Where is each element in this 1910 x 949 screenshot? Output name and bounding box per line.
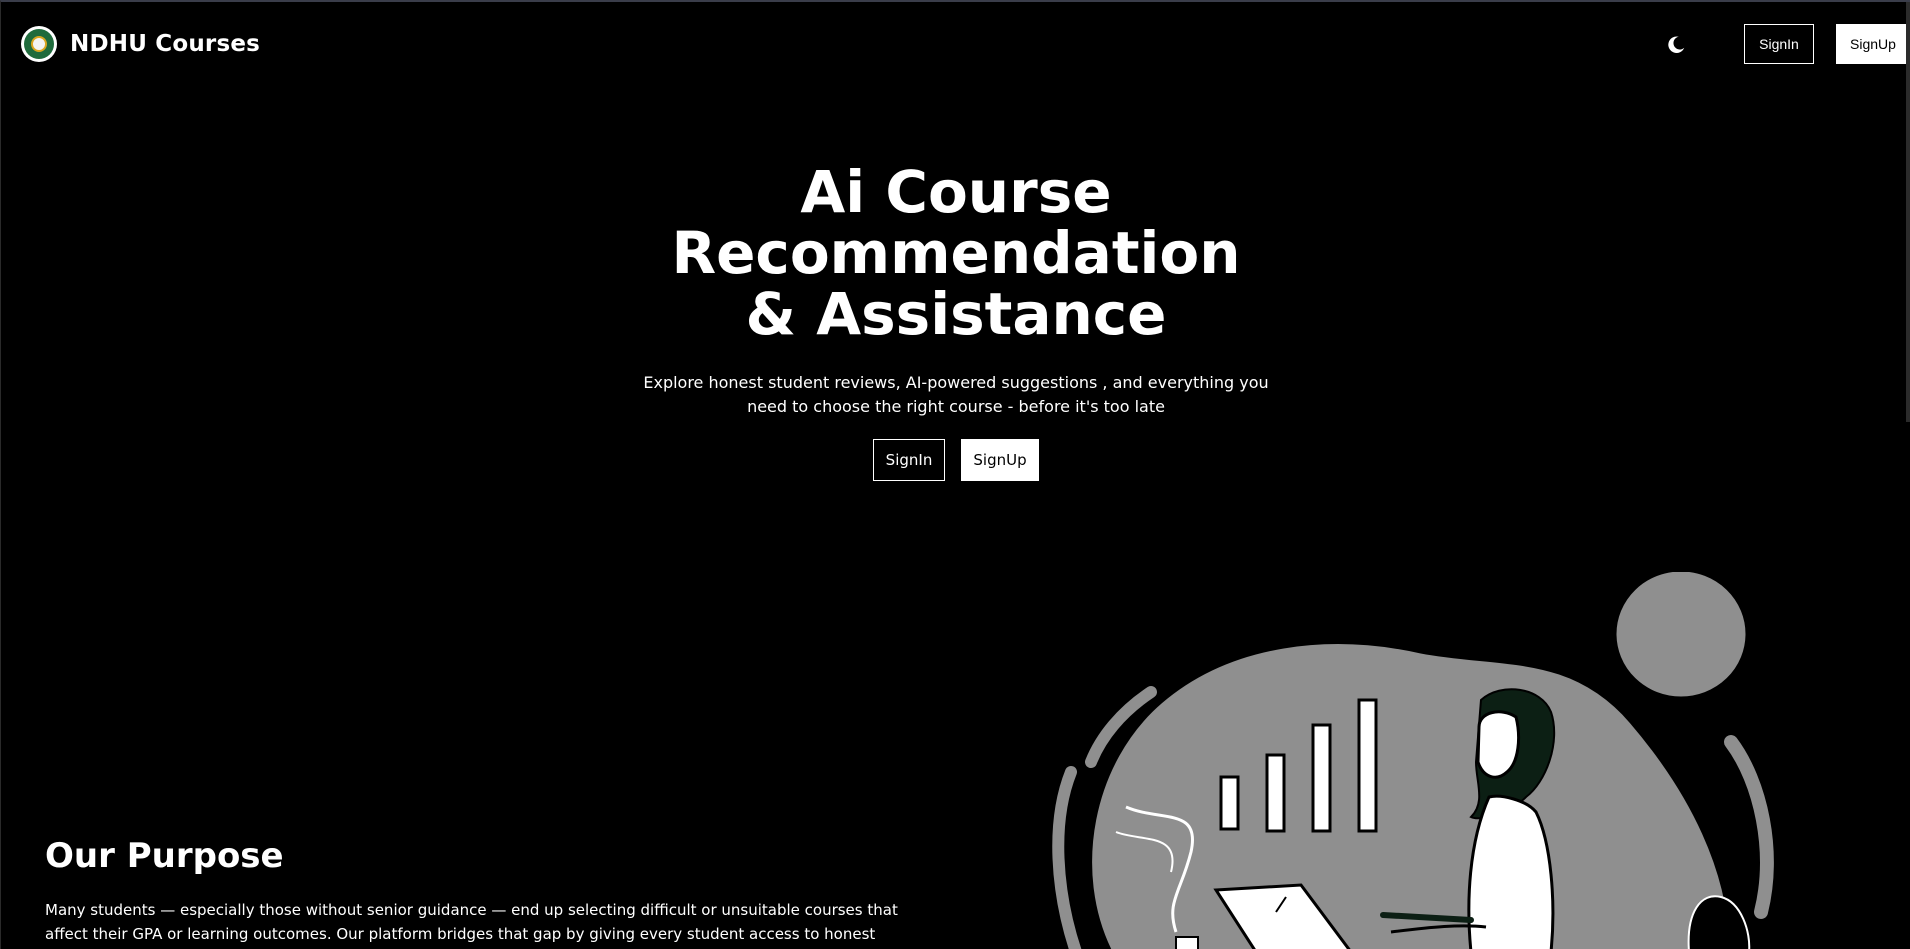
purpose-section: Our Purpose Many students — especially t… (45, 834, 945, 949)
hero-subtitle: Explore honest student reviews, AI-power… (643, 373, 1269, 416)
navbar: NDHU Courses SignIn SignUp (1, 2, 1910, 88)
purpose-text: Many students — especially those without… (45, 901, 898, 943)
hero-title: Ai Course Recommendation & Assistance (506, 162, 1406, 345)
nav-signin-button[interactable]: SignIn (1744, 24, 1814, 64)
brand[interactable]: NDHU Courses (21, 26, 260, 62)
ndhu-emblem-icon (21, 26, 57, 62)
purpose-title: Our Purpose (45, 836, 284, 876)
hero-title-line2: & Assistance (745, 280, 1167, 348)
hero-signin-button[interactable]: SignIn (873, 439, 945, 481)
nav-signup-button[interactable]: SignUp (1836, 24, 1910, 64)
scrollbar[interactable] (1906, 2, 1910, 422)
brand-name: NDHU Courses (70, 31, 261, 57)
moon-icon[interactable] (1665, 34, 1687, 56)
hero-buttons: SignIn SignUp (1, 439, 1910, 481)
hero-title-line1: Ai Course Recommendation (671, 158, 1241, 287)
hero-signup-button[interactable]: SignUp (961, 439, 1039, 481)
page: NDHU Courses SignIn SignUp Ai Course Rec… (0, 0, 1910, 949)
nav-actions: SignIn SignUp (1611, 24, 1910, 66)
hero-section: Ai Course Recommendation & Assistance Ex… (1, 162, 1910, 481)
student-laptop-illustration (1052, 572, 1774, 949)
